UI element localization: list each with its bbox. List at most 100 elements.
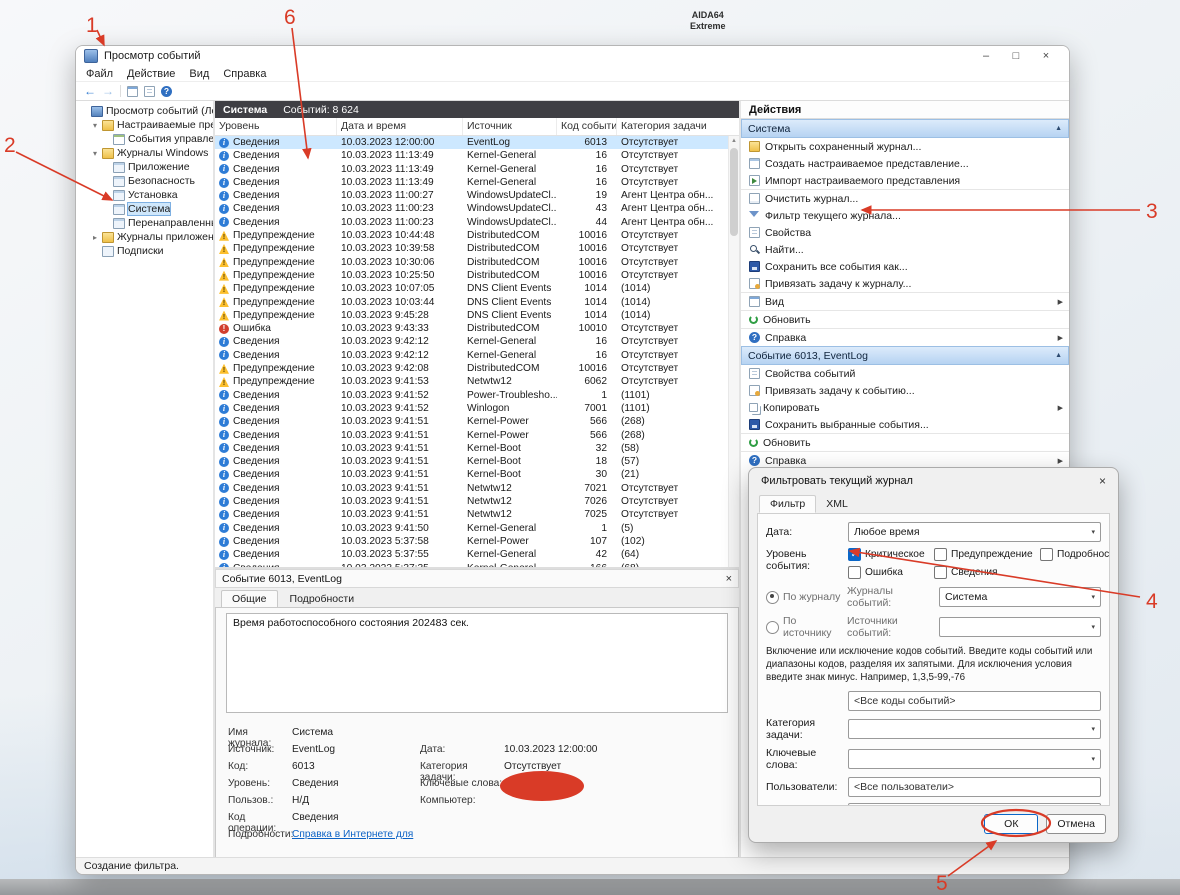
help-icon[interactable]	[161, 85, 172, 97]
level-checkbox[interactable]: Ошибка	[848, 566, 934, 579]
scrollbar-thumb[interactable]	[730, 148, 738, 236]
event-row[interactable]: Сведения 10.03.2023 11:13:49 Kernel-Gene…	[215, 163, 739, 176]
keywords-combo[interactable]: ▾	[848, 748, 1101, 769]
tree-expander-icon[interactable]: ▾	[91, 121, 99, 130]
menu-view[interactable]: Вид	[183, 68, 215, 80]
tree-item[interactable]: ▸ Журналы приложений и сл	[76, 230, 213, 244]
event-row[interactable]: Предупреждение 10.03.2023 9:45:28 DNS Cl…	[215, 309, 739, 322]
level-checkbox[interactable]: Подробности	[1040, 548, 1109, 561]
date-range-combo[interactable]: Любое время ▾	[848, 522, 1101, 542]
tree-item[interactable]: ▾ Журналы Windows	[76, 146, 213, 160]
event-row[interactable]: Предупреждение 10.03.2023 10:39:58 Distr…	[215, 242, 739, 255]
scroll-up-icon[interactable]: ▲	[729, 136, 739, 146]
action-item[interactable]: Справка ▶	[741, 328, 1069, 346]
event-row[interactable]: Предупреждение 10.03.2023 9:41:53 Netwtw…	[215, 375, 739, 388]
by-source-radio[interactable]	[766, 620, 779, 634]
event-row[interactable]: Сведения 10.03.2023 9:41:51 Kernel-Boot …	[215, 468, 739, 481]
tree-item[interactable]: Система	[76, 202, 213, 216]
event-row[interactable]: Сведения 10.03.2023 9:41:51 Kernel-Boot …	[215, 455, 739, 468]
actions-section-system[interactable]: Система ▲	[741, 119, 1069, 138]
tree-item[interactable]: События управления	[76, 132, 213, 146]
event-row[interactable]: Ошибка 10.03.2023 9:43:33 DistributedCOM…	[215, 322, 739, 335]
level-checkbox[interactable]: Сведения	[934, 566, 1040, 579]
dialog-close-icon[interactable]: ×	[1099, 474, 1106, 488]
event-row[interactable]: Сведения 10.03.2023 9:42:12 Kernel-Gener…	[215, 349, 739, 362]
menu-file[interactable]: Файл	[80, 68, 119, 80]
computers-input[interactable]: <Все компьютеры>	[848, 802, 1101, 805]
ok-button[interactable]: ОК	[984, 814, 1039, 834]
action-item[interactable]: Обновить	[741, 433, 1069, 451]
action-item[interactable]: Обновить	[741, 310, 1069, 328]
action-item[interactable]: Копировать ▶	[741, 399, 1069, 416]
maximize-button[interactable]: □	[1001, 46, 1031, 66]
event-row[interactable]: Предупреждение 10.03.2023 10:03:44 DNS C…	[215, 296, 739, 309]
event-row[interactable]: Сведения 10.03.2023 9:41:52 Winlogon 700…	[215, 402, 739, 415]
action-item[interactable]: Сохранить все события как...	[741, 258, 1069, 275]
action-item[interactable]: Найти...	[741, 241, 1069, 258]
event-row[interactable]: Сведения 10.03.2023 9:41:50 Kernel-Gener…	[215, 522, 739, 535]
event-row[interactable]: Сведения 10.03.2023 9:41:51 Netwtw12 702…	[215, 508, 739, 521]
action-item[interactable]: Открыть сохраненный журнал...	[741, 138, 1069, 155]
tree-expander-icon[interactable]: ▸	[91, 233, 99, 242]
properties-icon[interactable]	[144, 85, 155, 97]
tree-item[interactable]: Установка	[76, 188, 213, 202]
tab-details[interactable]: Подробности	[280, 591, 365, 607]
event-row[interactable]: Предупреждение 10.03.2023 9:42:08 Distri…	[215, 362, 739, 375]
level-checkbox[interactable]: Критическое	[848, 548, 934, 561]
event-logs-combo[interactable]: Система ▾	[939, 587, 1101, 607]
event-row[interactable]: Сведения 10.03.2023 11:13:49 Kernel-Gene…	[215, 149, 739, 162]
column-event-id[interactable]: Код события	[557, 118, 617, 135]
tree-item[interactable]: Просмотр событий (Локальн	[76, 104, 213, 118]
column-datetime[interactable]: Дата и время	[337, 118, 463, 135]
event-sources-combo[interactable]: ▾	[939, 617, 1101, 637]
event-row[interactable]: Предупреждение 10.03.2023 10:25:50 Distr…	[215, 269, 739, 282]
event-row[interactable]: Сведения 10.03.2023 11:00:23 WindowsUpda…	[215, 202, 739, 215]
event-row[interactable]: Сведения 10.03.2023 5:37:35 Kernel-Gener…	[215, 562, 739, 567]
users-input[interactable]: <Все пользователи>	[848, 776, 1101, 797]
action-item[interactable]: Импорт настраиваемого представления	[741, 172, 1069, 189]
event-row[interactable]: Сведения 10.03.2023 11:00:23 WindowsUpda…	[215, 216, 739, 229]
tab-xml[interactable]: XML	[816, 496, 858, 512]
scrollbar[interactable]: ▲	[728, 136, 739, 567]
event-row[interactable]: Сведения 10.03.2023 11:00:27 WindowsUpda…	[215, 189, 739, 202]
collapse-icon[interactable]: ▲	[1055, 352, 1062, 359]
event-row[interactable]: Сведения 10.03.2023 5:37:58 Kernel-Power…	[215, 535, 739, 548]
tree-expander-icon[interactable]: ▾	[91, 149, 99, 158]
column-level[interactable]: Уровень	[215, 118, 337, 135]
actions-section-event[interactable]: Событие 6013, EventLog ▲	[741, 346, 1069, 365]
action-item[interactable]: Вид ▶	[741, 292, 1069, 310]
menu-help[interactable]: Справка	[217, 68, 272, 80]
event-row[interactable]: Сведения 10.03.2023 12:00:00 EventLog 60…	[215, 136, 739, 150]
action-item[interactable]: Свойства событий	[741, 365, 1069, 382]
online-help-link[interactable]: Справка в Интернете для	[292, 829, 420, 840]
detail-close-icon[interactable]: ×	[726, 573, 732, 585]
action-item[interactable]: Сохранить выбранные события...	[741, 416, 1069, 433]
tree-item[interactable]: Безопасность	[76, 174, 213, 188]
action-item[interactable]: Привязать задачу к журналу...	[741, 275, 1069, 292]
action-item[interactable]: Очистить журнал...	[741, 189, 1069, 207]
event-row[interactable]: Сведения 10.03.2023 11:13:49 Kernel-Gene…	[215, 176, 739, 189]
tree-item[interactable]: Приложение	[76, 160, 213, 174]
event-row[interactable]: Сведения 10.03.2023 9:41:51 Netwtw12 702…	[215, 482, 739, 495]
event-row[interactable]: Предупреждение 10.03.2023 10:07:05 DNS C…	[215, 282, 739, 295]
minimize-button[interactable]: –	[971, 46, 1001, 66]
event-row[interactable]: Сведения 10.03.2023 9:41:52 Power-Troubl…	[215, 389, 739, 402]
event-row[interactable]: Сведения 10.03.2023 9:42:12 Kernel-Gener…	[215, 335, 739, 348]
event-row[interactable]: Предупреждение 10.03.2023 10:30:06 Distr…	[215, 256, 739, 269]
tree-item[interactable]: ▾ Настраиваемые представлен	[76, 118, 213, 132]
level-checkbox[interactable]: Предупреждение	[934, 548, 1040, 561]
column-source[interactable]: Источник	[463, 118, 557, 135]
action-item[interactable]: Свойства	[741, 224, 1069, 241]
action-item[interactable]: Привязать задачу к событию...	[741, 382, 1069, 399]
by-log-radio[interactable]	[766, 590, 779, 604]
event-row[interactable]: Сведения 10.03.2023 5:37:55 Kernel-Gener…	[215, 548, 739, 561]
tree-item[interactable]: Подписки	[76, 244, 213, 258]
tab-filter[interactable]: Фильтр	[759, 495, 817, 513]
menu-action[interactable]: Действие	[121, 68, 181, 80]
event-row[interactable]: Сведения 10.03.2023 9:41:51 Kernel-Boot …	[215, 442, 739, 455]
event-row[interactable]: Сведения 10.03.2023 9:41:51 Kernel-Power…	[215, 415, 739, 428]
console-tree-icon[interactable]	[127, 85, 138, 97]
collapse-icon[interactable]: ▲	[1055, 125, 1062, 132]
tab-general[interactable]: Общие	[221, 590, 278, 607]
action-item[interactable]: Создать настраиваемое представление...	[741, 155, 1069, 172]
